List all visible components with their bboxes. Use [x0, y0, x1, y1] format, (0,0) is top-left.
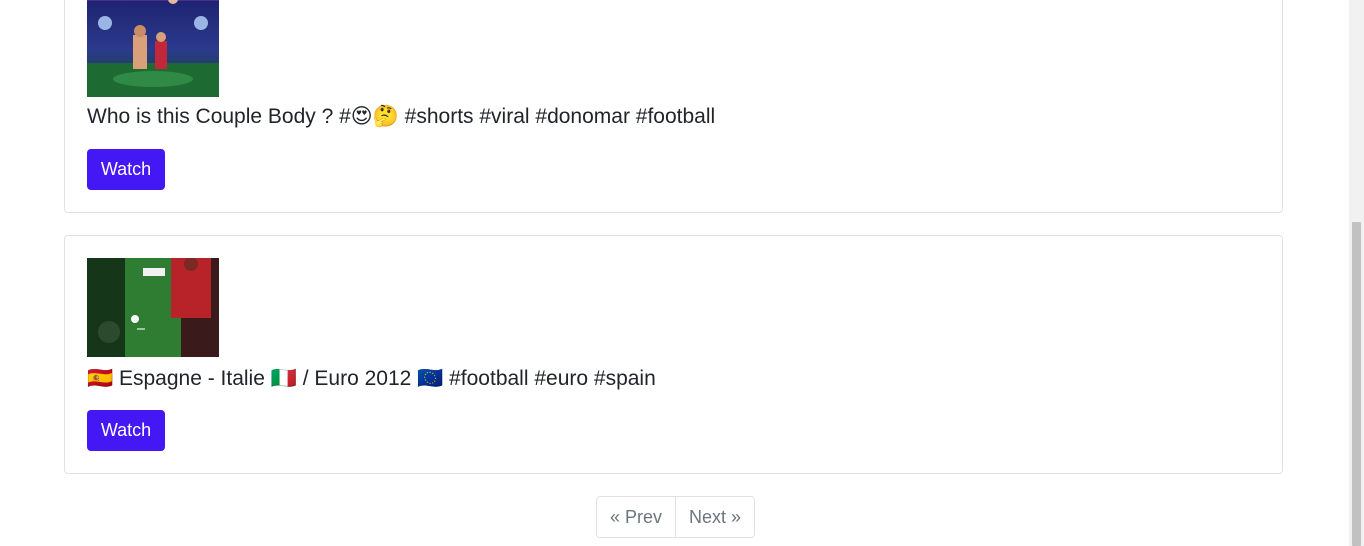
- pagination: « Prev Next »: [596, 496, 756, 538]
- video-card: 🇪🇸 Espagne - Italie 🇮🇹 / Euro 2012 🇪🇺 #f…: [64, 235, 1283, 474]
- scrollbar-thumb[interactable]: [1352, 222, 1361, 546]
- video-thumbnail[interactable]: [87, 258, 219, 357]
- watch-button[interactable]: Watch: [87, 149, 165, 190]
- video-title: Who is this Couple Body ? #😍🤔 #shorts #v…: [87, 105, 716, 128]
- next-page-link[interactable]: Next »: [675, 497, 755, 537]
- video-card: Who is this Couple Body ? #😍🤔 #shorts #v…: [64, 0, 1283, 213]
- scrollbar[interactable]: [1349, 0, 1364, 546]
- prev-page-link[interactable]: « Prev: [597, 497, 676, 537]
- video-thumbnail[interactable]: [87, 0, 219, 97]
- video-title: 🇪🇸 Espagne - Italie 🇮🇹 / Euro 2012 🇪🇺 #f…: [87, 367, 656, 390]
- page: Who is this Couple Body ? #😍🤔 #shorts #v…: [0, 0, 1364, 546]
- thumbnail-image: [87, 258, 219, 357]
- watch-button[interactable]: Watch: [87, 410, 165, 451]
- thumbnail-image: [87, 0, 219, 97]
